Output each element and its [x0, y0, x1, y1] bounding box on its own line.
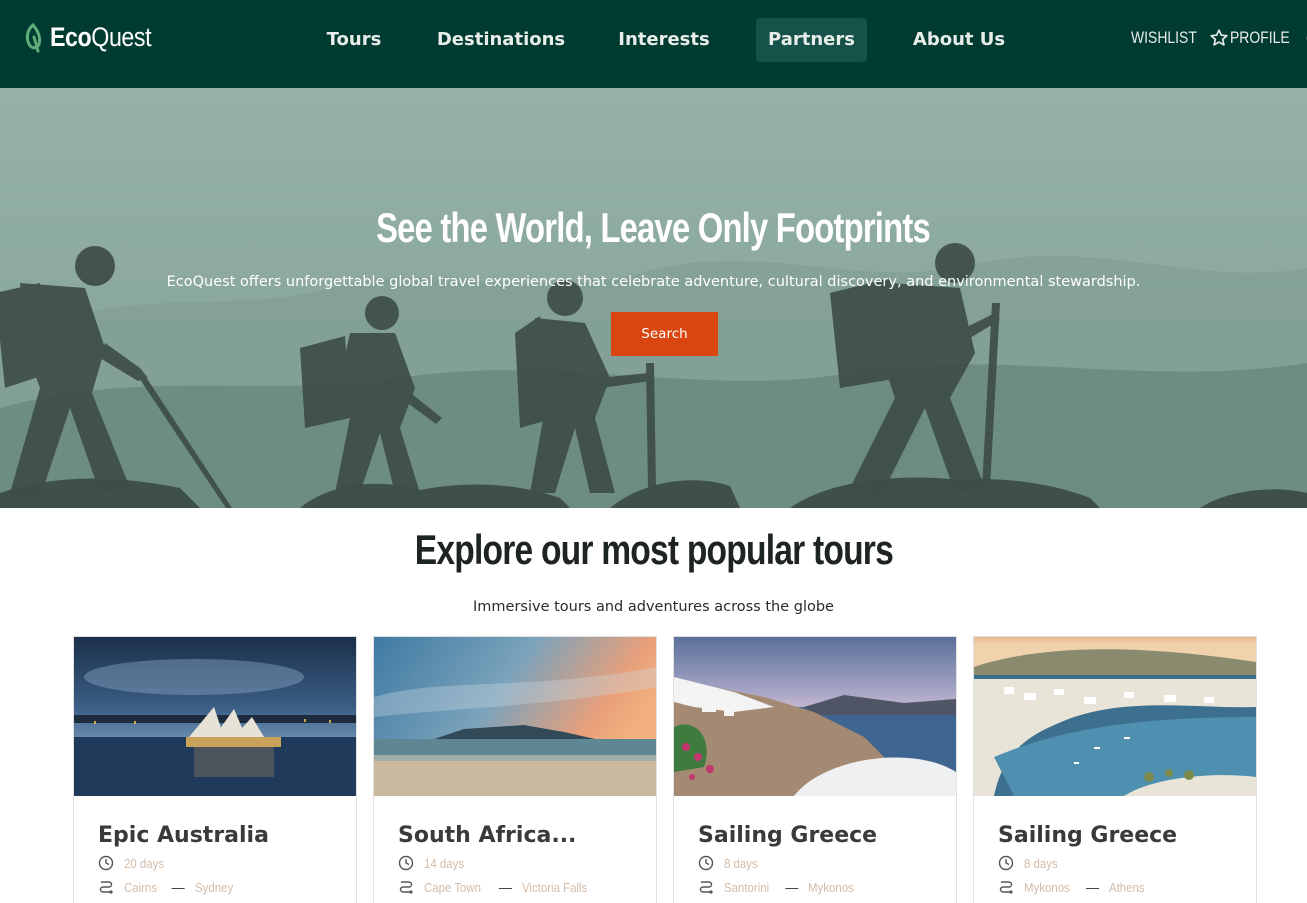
nav-destinations[interactable]: Destinations	[430, 18, 572, 62]
route-from: Santorini	[724, 879, 770, 895]
route-to: Mykonos	[808, 879, 855, 895]
route-icon	[99, 881, 113, 894]
clock-icon	[998, 855, 1014, 871]
tour-image	[374, 637, 656, 796]
duration-text: 8 days	[1024, 855, 1058, 871]
hero-banner: See the World, Leave Only Footprints Eco…	[0, 88, 1307, 508]
tour-duration: 20 days	[98, 855, 170, 871]
site-header: EcoQuest Tours Destinations Interests Pa…	[0, 0, 1307, 88]
star-icon	[1210, 29, 1228, 46]
tour-image	[674, 637, 956, 796]
tour-duration: 8 days	[698, 855, 762, 871]
profile-link[interactable]: PROFILE	[1230, 26, 1307, 50]
section-subtitle: Immersive tours and adventures across th…	[473, 599, 834, 615]
tour-image	[74, 637, 356, 796]
hero-subtitle: EcoQuest offers unforgettable global tra…	[166, 274, 1141, 290]
route-dash: —	[498, 879, 512, 895]
tour-title[interactable]: South Africa...	[398, 823, 576, 848]
section-title: Explore our most popular tours	[414, 526, 893, 573]
route-from: Mykonos	[1024, 879, 1070, 895]
tour-title[interactable]: Epic Australia	[98, 823, 269, 848]
tour-card[interactable]: Epic Australia 20 days Cairns — Sydney	[73, 636, 357, 903]
hero-title: See the World, Leave Only Footprints	[376, 204, 932, 251]
tour-route: Cairns — Sydney	[98, 879, 238, 895]
clock-icon	[698, 855, 714, 871]
clock-icon	[98, 855, 114, 871]
tour-card[interactable]: South Africa... 14 days Cape Town — Vict…	[373, 636, 657, 903]
nav-about-us[interactable]: About Us	[902, 18, 1016, 62]
duration-text: 8 days	[724, 855, 758, 871]
tour-card[interactable]: Sailing Greece 8 days Santorini — Mykono…	[673, 636, 957, 903]
tour-route: Santorini — Mykonos	[698, 879, 860, 895]
tour-duration: 8 days	[998, 855, 1062, 871]
clock-icon	[398, 855, 414, 871]
tour-route: Mykonos — Athens	[998, 879, 1150, 895]
tour-duration: 14 days	[398, 855, 470, 871]
route-from: Cape Town	[424, 879, 482, 895]
route-icon	[999, 881, 1013, 894]
hero-hikers-image	[0, 88, 1307, 508]
duration-text: 14 days	[424, 855, 465, 871]
nav-tours[interactable]: Tours	[312, 18, 396, 62]
route-dash: —	[1086, 879, 1100, 895]
tour-title[interactable]: Sailing Greece	[998, 823, 1177, 848]
tour-card[interactable]: Sailing Greece 8 days Mykonos — Athens	[973, 636, 1257, 903]
route-icon	[699, 881, 713, 894]
nav-partners[interactable]: Partners	[756, 18, 867, 62]
route-to: Sydney	[194, 879, 233, 895]
tour-route: Cape Town — Victoria Falls	[398, 879, 596, 895]
route-from: Cairns	[124, 879, 158, 895]
route-to: Athens	[1109, 879, 1145, 895]
main-nav: Tours Destinations Interests Partners Ab…	[0, 18, 1307, 62]
tour-image	[974, 637, 1256, 796]
route-dash: —	[171, 879, 185, 895]
route-dash: —	[785, 879, 799, 895]
duration-text: 20 days	[124, 855, 165, 871]
route-icon	[399, 881, 413, 894]
nav-interests[interactable]: Interests	[608, 18, 720, 62]
route-to: Victoria Falls	[521, 879, 588, 895]
wishlist-label: WISHLIST	[1131, 28, 1197, 47]
profile-label: PROFILE	[1230, 28, 1290, 47]
tour-title[interactable]: Sailing Greece	[698, 823, 877, 848]
hero-search-button[interactable]: Search	[611, 312, 718, 356]
wishlist-link[interactable]: WISHLIST	[1131, 26, 1229, 50]
